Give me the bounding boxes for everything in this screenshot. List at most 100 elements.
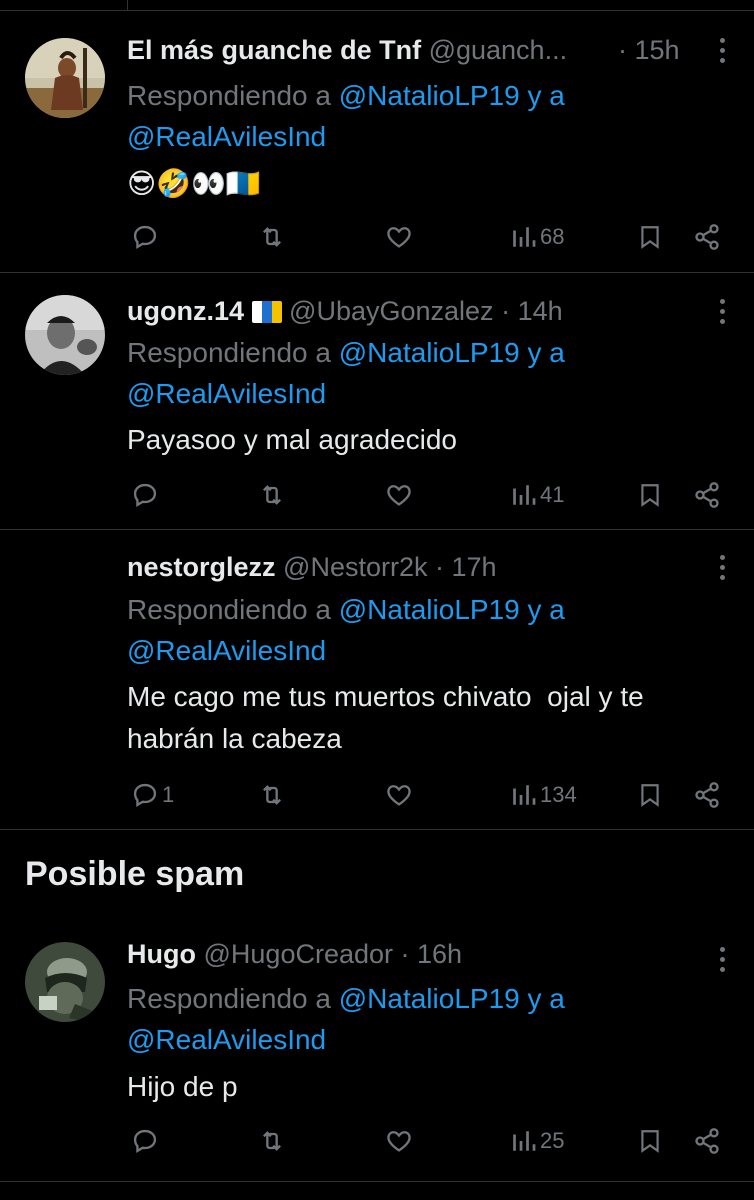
share-button[interactable]	[693, 775, 721, 815]
share-button[interactable]	[693, 1121, 721, 1161]
retweet-button[interactable]	[257, 475, 287, 515]
retweet-icon	[263, 485, 281, 505]
heart-icon	[387, 785, 411, 806]
timestamp[interactable]: 16h	[417, 939, 462, 969]
share-button[interactable]	[693, 475, 721, 515]
avatar[interactable]	[25, 942, 105, 1022]
reply-tweet[interactable]: Hugo @HugoCreador · 16h Respondiendo a @…	[0, 920, 754, 1182]
user-handle[interactable]: @UbayGonzalez	[289, 296, 494, 326]
tweet-actions: 1 134	[127, 775, 727, 815]
reply-button[interactable]	[131, 1121, 162, 1161]
reply-tweet[interactable]: El más guanche de Tnf @guanch... · 15h R…	[0, 11, 754, 273]
timestamp[interactable]: 15h	[635, 35, 680, 65]
tweet-actions: 68	[127, 217, 727, 257]
separator-dot: ·	[493, 296, 518, 326]
mention-link[interactable]: @NatalioLP19	[339, 337, 520, 368]
reply-button[interactable]	[131, 475, 162, 515]
tweet-text: Payasoo y mal agradecido	[127, 424, 457, 455]
share-button[interactable]	[693, 217, 721, 257]
mention-and[interactable]: y a	[520, 983, 564, 1014]
timestamp[interactable]: 17h	[452, 552, 497, 582]
heart-icon	[387, 1131, 411, 1152]
thread-line	[127, 0, 128, 10]
reply-icon	[133, 783, 157, 807]
replies-timeline: El más guanche de Tnf @guanch... · 15h R…	[0, 0, 754, 1200]
reply-button[interactable]	[131, 217, 162, 257]
more-options-icon[interactable]	[712, 550, 732, 584]
bookmark-button[interactable]	[637, 475, 663, 515]
replying-to-label: Respondiendo a	[127, 983, 339, 1014]
more-options-icon[interactable]	[712, 33, 732, 67]
separator-dot: ·	[393, 939, 418, 969]
views-button[interactable]: 68	[511, 217, 564, 257]
tweet-actions: 41	[127, 475, 727, 515]
display-name[interactable]: Hugo	[127, 939, 196, 969]
mention-link[interactable]: @RealAvilesInd	[127, 1024, 326, 1055]
mention-and[interactable]: y a	[520, 594, 564, 625]
mention-link[interactable]: @RealAvilesInd	[127, 635, 326, 666]
avatar[interactable]	[25, 295, 105, 375]
heart-icon	[387, 485, 411, 506]
like-button[interactable]	[385, 217, 413, 257]
avatar[interactable]	[25, 38, 105, 118]
more-options-icon[interactable]	[712, 942, 732, 976]
reply-tweet[interactable]: nestorglezz @Nestorr2k · 17h Respondiend…	[0, 530, 754, 830]
views-button[interactable]: 134	[511, 775, 577, 815]
like-button[interactable]	[385, 775, 413, 815]
reply-icon	[133, 225, 157, 249]
replying-to-label: Respondiendo a	[127, 337, 339, 368]
reply-count: 1	[162, 782, 175, 807]
canary-islands-flag-icon	[251, 301, 282, 323]
separator-dot: ·	[618, 35, 635, 65]
tweet-text: 😎🤣👀🇮🇨	[127, 168, 261, 199]
mention-link[interactable]: @NatalioLP19	[339, 80, 520, 111]
replying-to-label: Respondiendo a	[127, 80, 339, 111]
retweet-button[interactable]	[257, 217, 287, 257]
display-name[interactable]: El más guanche de Tnf	[127, 35, 421, 65]
bookmark-button[interactable]	[637, 775, 663, 815]
reply-tweet[interactable]: ugonz.14 @UbayGonzalez · 14h Respondiend…	[0, 273, 754, 530]
mention-link[interactable]: @NatalioLP19	[339, 594, 520, 625]
reply-icon	[133, 1129, 157, 1153]
replying-to: Respondiendo a @NatalioLP19 y a @RealAvi…	[127, 75, 734, 157]
tweet-header: nestorglezz @Nestorr2k · 17h	[127, 550, 614, 584]
user-handle[interactable]: @Nestorr2k	[283, 552, 427, 582]
bookmark-icon	[641, 484, 659, 507]
share-icon	[695, 224, 719, 250]
replying-to-label: Respondiendo a	[127, 594, 339, 625]
possible-spam-heading: Posible spam	[25, 855, 245, 893]
display-name[interactable]: ugonz.14	[127, 296, 244, 326]
bookmark-button[interactable]	[637, 1121, 663, 1161]
bookmark-icon	[641, 226, 659, 249]
user-handle[interactable]: @guanch...	[429, 35, 568, 65]
heart-icon	[387, 227, 411, 248]
bookmark-button[interactable]	[637, 217, 663, 257]
view-count: 41	[540, 482, 565, 507]
like-button[interactable]	[385, 1121, 413, 1161]
mention-link[interactable]: @NatalioLP19	[339, 983, 520, 1014]
analytics-icon	[513, 785, 536, 805]
replying-to: Respondiendo a @NatalioLP19 y a @RealAvi…	[127, 589, 734, 671]
retweet-button[interactable]	[257, 1121, 287, 1161]
replying-to: Respondiendo a @NatalioLP19 y a @RealAvi…	[127, 978, 734, 1060]
analytics-icon	[513, 485, 536, 505]
display-name[interactable]: nestorglezz	[127, 552, 276, 582]
view-count: 134	[540, 782, 577, 807]
separator-dot: ·	[427, 552, 452, 582]
mention-and[interactable]: y a	[520, 80, 564, 111]
timestamp[interactable]: 14h	[518, 296, 563, 326]
user-handle[interactable]: @HugoCreador	[204, 939, 394, 969]
tweet-header: Hugo @HugoCreador · 16h	[127, 937, 614, 971]
tweet-actions: 25	[127, 1121, 727, 1161]
views-button[interactable]: 41	[511, 475, 564, 515]
retweet-button[interactable]	[257, 775, 287, 815]
share-icon	[695, 1128, 719, 1154]
tweet-text: Me cago me tus muertos chivato ojal y te…	[127, 681, 652, 754]
like-button[interactable]	[385, 475, 413, 515]
reply-button[interactable]: 1	[131, 775, 174, 815]
mention-link[interactable]: @RealAvilesInd	[127, 378, 326, 409]
more-options-icon[interactable]	[712, 294, 732, 328]
views-button[interactable]: 25	[511, 1121, 564, 1161]
mention-link[interactable]: @RealAvilesInd	[127, 121, 326, 152]
mention-and[interactable]: y a	[520, 337, 564, 368]
